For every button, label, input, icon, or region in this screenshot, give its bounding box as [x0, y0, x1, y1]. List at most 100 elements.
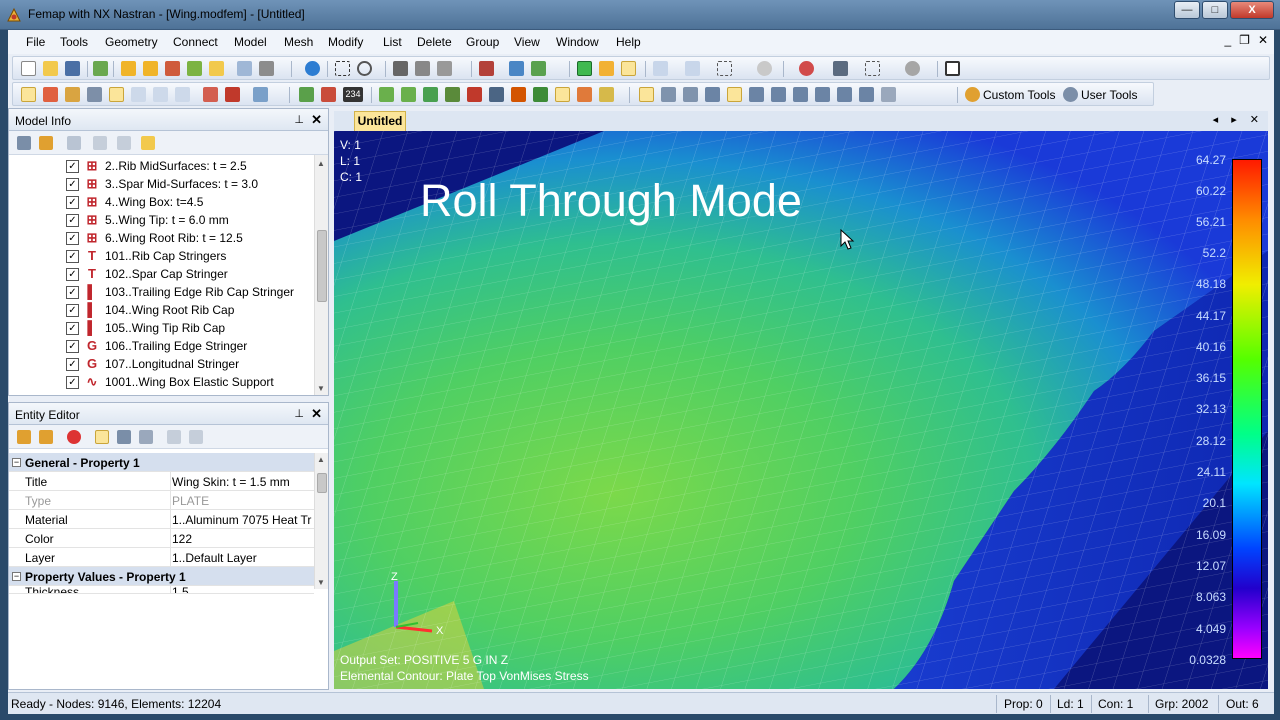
post-icon[interactable]: [203, 87, 218, 102]
pick-icon[interactable]: [865, 61, 880, 76]
checkbox[interactable]: ✓: [66, 358, 79, 371]
property-row[interactable]: Color 122: [9, 529, 314, 548]
pen-icon[interactable]: [621, 61, 636, 76]
checkbox[interactable]: ✓: [66, 286, 79, 299]
pointer-icon[interactable]: [833, 61, 848, 76]
render-icon[interactable]: [577, 61, 592, 76]
new-file-icon[interactable]: [21, 61, 36, 76]
check-icon[interactable]: [531, 61, 546, 76]
text-icon[interactable]: [445, 87, 460, 102]
stop-icon[interactable]: [757, 61, 772, 76]
iso-view-icon[interactable]: [705, 87, 720, 102]
surface-icon[interactable]: [321, 87, 336, 102]
checkbox[interactable]: ✓: [66, 160, 79, 173]
menu-delete[interactable]: Delete: [417, 35, 452, 49]
tree-item[interactable]: ✓ G 107..Longitudnal Stringer: [9, 355, 314, 373]
tree-item[interactable]: ✓ G 106..Trailing Edge Stringer: [9, 337, 314, 355]
counter-badge[interactable]: 234: [343, 87, 363, 102]
collapse-icon[interactable]: −: [12, 572, 21, 581]
user-tools-icon[interactable]: [1063, 87, 1078, 102]
tree-item[interactable]: ✓ ⊞ 4..Wing Box: t=4.5: [9, 193, 314, 211]
tree-icon[interactable]: [415, 61, 430, 76]
tree-item[interactable]: ✓ ⊞ 3..Spar Mid-Surfaces: t = 3.0: [9, 175, 314, 193]
print-icon[interactable]: [259, 61, 274, 76]
scrollbar-thumb[interactable]: [317, 473, 327, 493]
section-header[interactable]: − Property Values - Property 1: [9, 567, 314, 586]
sort-icon[interactable]: [117, 136, 131, 150]
results-icon[interactable]: [187, 61, 202, 76]
menu-view[interactable]: View: [514, 35, 540, 49]
model-info-scrollbar[interactable]: ▲ ▼: [314, 155, 328, 395]
folder-up-icon[interactable]: [39, 136, 53, 150]
cube-icon[interactable]: [437, 61, 452, 76]
load-icon[interactable]: [577, 87, 592, 102]
tree-item[interactable]: ✓ ⊞ 5..Wing Tip: t = 6.0 mm: [9, 211, 314, 229]
title-value[interactable]: Wing Skin: t = 1.5 mm: [172, 475, 312, 489]
menu-mesh[interactable]: Mesh: [284, 35, 313, 49]
arrows-icon[interactable]: [533, 87, 548, 102]
delete-entity-icon[interactable]: [67, 430, 81, 444]
property-row[interactable]: Material 1..Aluminum 7075 Heat Tr: [9, 510, 314, 529]
collapse-icon[interactable]: [139, 430, 153, 444]
categorized-icon[interactable]: [95, 430, 109, 444]
checkbox[interactable]: ✓: [66, 322, 79, 335]
tree-item[interactable]: ✓ ⊞ 6..Wing Root Rib: t = 12.5: [9, 229, 314, 247]
snap-icon[interactable]: [905, 61, 920, 76]
rotate-view-icon[interactable]: [837, 87, 852, 102]
mdi-close-button[interactable]: ✕: [1258, 33, 1268, 47]
window-icon[interactable]: [945, 61, 960, 76]
pane-icon[interactable]: [131, 87, 146, 102]
menu-file[interactable]: File: [26, 35, 45, 49]
tree-item[interactable]: ✓ ▌ 105..Wing Tip Rib Cap: [9, 319, 314, 337]
property-row[interactable]: Layer 1..Default Layer: [9, 548, 314, 567]
maximize-button[interactable]: □: [1202, 1, 1228, 19]
menu-modify[interactable]: Modify: [328, 35, 363, 49]
checkbox[interactable]: ✓: [66, 304, 79, 317]
zoom-out-icon[interactable]: [771, 87, 786, 102]
entity-icon[interactable]: [43, 87, 58, 102]
tree-item[interactable]: ✓ ⊞ 2..Rib MidSurfaces: t = 2.5: [9, 157, 314, 175]
fit-view-icon[interactable]: [727, 87, 742, 102]
property-row[interactable]: Thickness 1.5: [9, 586, 314, 594]
curve-icon[interactable]: [401, 87, 416, 102]
checkbox[interactable]: ✓: [66, 232, 79, 245]
table-icon[interactable]: [153, 87, 168, 102]
scrollbar-thumb[interactable]: [317, 230, 327, 302]
open-folder-icon[interactable]: [43, 61, 58, 76]
node-icon[interactable]: [423, 87, 438, 102]
sort-az-icon[interactable]: [117, 430, 131, 444]
save-icon[interactable]: [65, 61, 80, 76]
tree-item[interactable]: ✓ T 102..Spar Cap Stringer: [9, 265, 314, 283]
checkbox[interactable]: ✓: [66, 340, 79, 353]
layers-icon[interactable]: [209, 61, 224, 76]
center-icon[interactable]: [859, 87, 874, 102]
color-value[interactable]: 122: [172, 532, 312, 546]
checkbox[interactable]: ✓: [66, 268, 79, 281]
mesh-toggle-icon[interactable]: [555, 87, 570, 102]
tab-nav-controls[interactable]: ◂ ▸ ✕: [1213, 113, 1264, 126]
copy-icon[interactable]: [237, 61, 252, 76]
expand-icon[interactable]: [17, 136, 31, 150]
solid-icon[interactable]: [467, 87, 482, 102]
property-row[interactable]: Title Wing Skin: t = 1.5 mm: [9, 472, 314, 491]
rotate-icon[interactable]: [799, 61, 814, 76]
menu-list[interactable]: List: [383, 35, 402, 49]
mesh-icon[interactable]: [479, 61, 494, 76]
select-icon[interactable]: [717, 61, 732, 76]
entity-editor-close-icon[interactable]: ✕: [311, 406, 322, 422]
custom-tools-menu[interactable]: Custom Tools: [983, 88, 1055, 102]
constraint-icon[interactable]: [599, 87, 614, 102]
clipboard-lock-icon[interactable]: [39, 430, 53, 444]
clipboard-icon[interactable]: [653, 61, 668, 76]
menu-model[interactable]: Model: [234, 35, 267, 49]
messages-icon[interactable]: [87, 87, 102, 102]
model-info-close-icon[interactable]: ✕: [311, 112, 322, 128]
tree-item[interactable]: ✓ ▌ 103..Trailing Edge Rib Cap Stringer: [9, 283, 314, 301]
highlight-icon[interactable]: [141, 136, 155, 150]
material-value[interactable]: 1..Aluminum 7075 Heat Tr: [172, 513, 312, 527]
menu-group[interactable]: Group: [466, 35, 499, 49]
magnify-icon[interactable]: [815, 87, 830, 102]
options-icon[interactable]: [881, 87, 896, 102]
pan-icon[interactable]: [793, 87, 808, 102]
filter-icon[interactable]: [67, 136, 81, 150]
